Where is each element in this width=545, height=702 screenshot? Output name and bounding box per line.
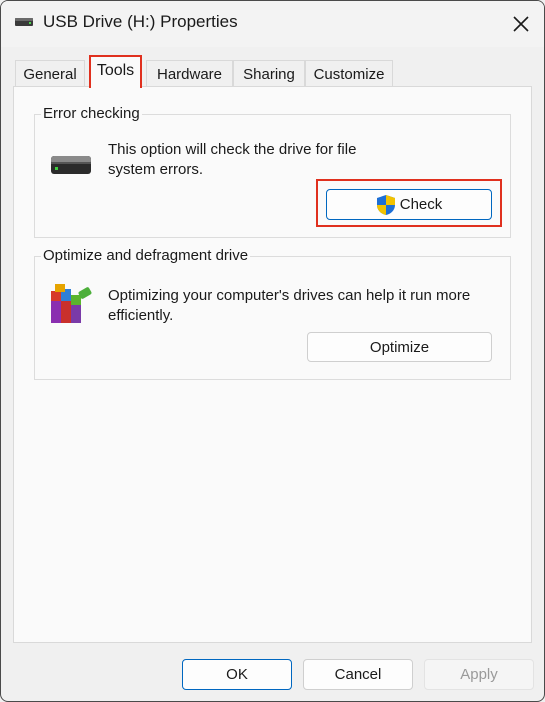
- tab-strip: General Tools Hardware Sharing Customize: [1, 55, 544, 88]
- optimize-label: Optimize and defragment drive: [41, 247, 251, 264]
- properties-dialog: USB Drive (H:) Properties General Tools …: [0, 0, 545, 702]
- ok-button-label: OK: [226, 666, 248, 683]
- optimize-button-label: Optimize: [369, 338, 430, 356]
- optimize-description: Optimizing your computer's drives can he…: [108, 287, 471, 324]
- tab-hardware[interactable]: Hardware: [146, 60, 233, 87]
- ok-button[interactable]: OK: [182, 659, 292, 690]
- hard-drive-icon: [51, 156, 91, 174]
- title-bar: USB Drive (H:) Properties: [1, 1, 544, 47]
- apply-button[interactable]: Apply: [424, 659, 534, 690]
- window-title: USB Drive (H:) Properties: [43, 12, 238, 31]
- apply-button-label: Apply: [460, 666, 498, 683]
- drive-icon: [15, 18, 33, 26]
- tab-customize[interactable]: Customize: [305, 60, 393, 87]
- optimize-group: Optimize and defragment drive Optimizing…: [34, 247, 511, 380]
- close-icon: [513, 16, 529, 32]
- error-checking-description: This option will check the drive for fil…: [108, 141, 357, 178]
- defrag-icon: [51, 284, 92, 323]
- tab-tools[interactable]: Tools: [89, 55, 142, 88]
- tab-general[interactable]: General: [15, 60, 85, 87]
- close-button[interactable]: [498, 1, 544, 47]
- error-checking-label: Error checking: [41, 105, 142, 122]
- tools-panel: Error checking This option will check th…: [13, 86, 532, 643]
- cancel-button-label: Cancel: [334, 666, 382, 683]
- dialog-footer: OK Cancel Apply: [1, 651, 544, 701]
- optimize-button[interactable]: Optimize: [307, 332, 492, 362]
- cancel-button[interactable]: Cancel: [303, 659, 413, 690]
- tab-sharing[interactable]: Sharing: [233, 60, 305, 87]
- check-button-highlight: [316, 179, 502, 227]
